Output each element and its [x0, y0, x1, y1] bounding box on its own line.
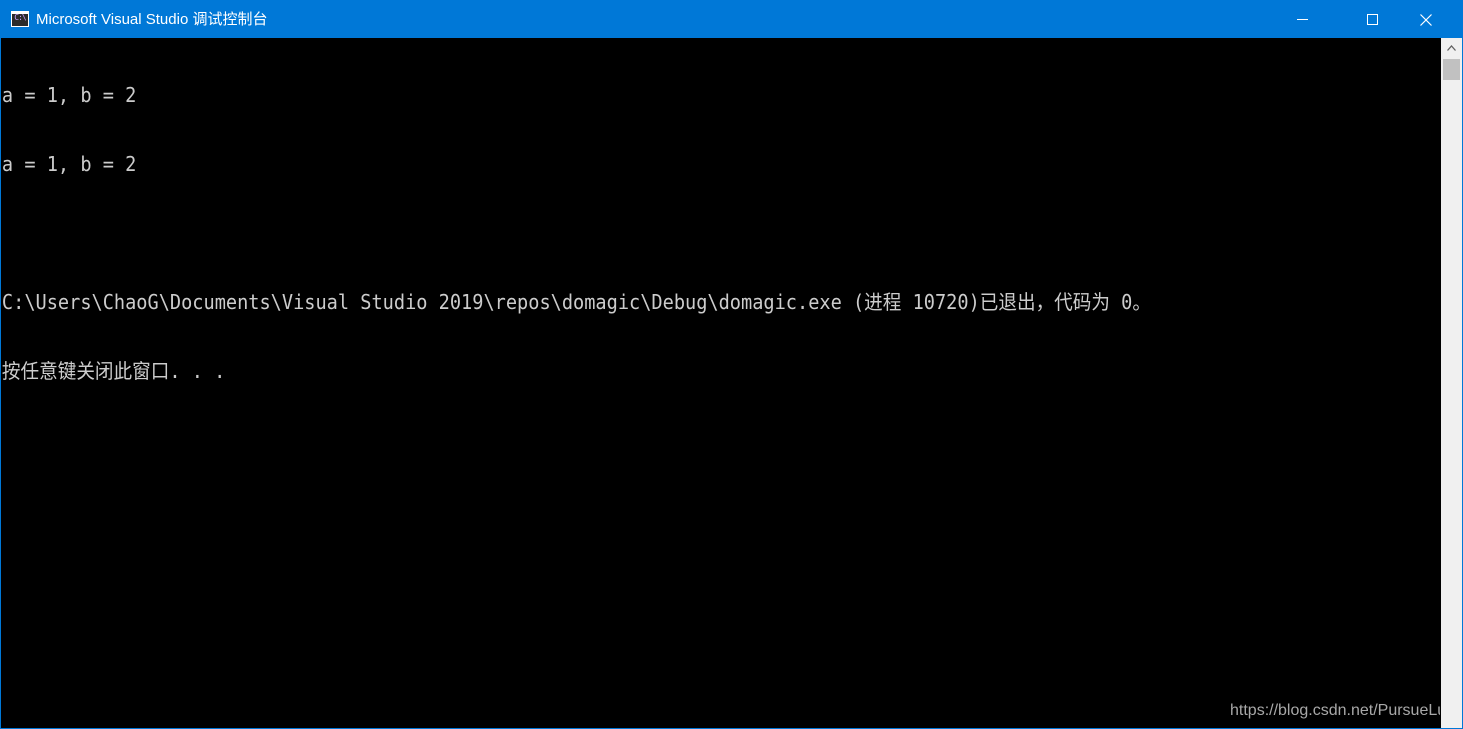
close-icon: [1420, 14, 1432, 26]
vertical-scrollbar[interactable]: [1441, 38, 1462, 728]
minimize-button[interactable]: [1280, 1, 1326, 38]
window-title: Microsoft Visual Studio 调试控制台: [36, 11, 268, 28]
console-line: C:\Users\ChaoG\Documents\Visual Studio 2…: [1, 290, 1151, 314]
maximize-button[interactable]: [1350, 1, 1396, 38]
scroll-up-button[interactable]: [1441, 38, 1462, 58]
title-bar[interactable]: C:\ Microsoft Visual Studio 调试控制台: [1, 1, 1462, 38]
console-app-icon[interactable]: C:\: [11, 11, 29, 27]
maximize-icon: [1367, 14, 1378, 25]
minimize-icon: [1297, 19, 1308, 20]
console-line: 按任意键关闭此窗口. . .: [1, 359, 226, 383]
watermark: https://blog.csdn.net/PursueLuo: [1230, 702, 1440, 719]
scroll-up-arrow-icon: [1447, 45, 1456, 51]
console-line: a = 1, b = 2: [1, 83, 137, 107]
console-window: C:\ Microsoft Visual Studio 调试控制台 a = 1,…: [0, 0, 1463, 729]
close-button[interactable]: [1403, 1, 1449, 38]
console-app-icon-label: C:\: [14, 13, 26, 22]
scroll-thumb[interactable]: [1443, 59, 1460, 80]
console-line: a = 1, b = 2: [1, 152, 137, 176]
console-output[interactable]: a = 1, b = 2 a = 1, b = 2 C:\Users\ChaoG…: [1, 38, 1441, 728]
